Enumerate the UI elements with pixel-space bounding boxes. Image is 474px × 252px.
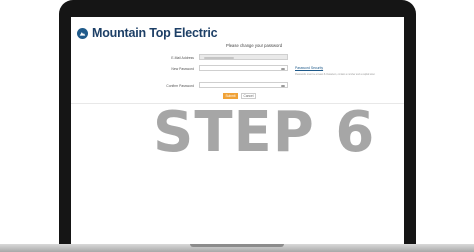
confirm-password-label: Confirm Password: [166, 84, 194, 88]
laptop-screen: Mountain Top Electric Please change your…: [71, 17, 404, 247]
password-hint: Passwords must be at least 8 characters,…: [295, 74, 376, 76]
laptop-base-notch: [190, 244, 284, 247]
password-security-link[interactable]: Password Security: [295, 66, 323, 70]
show-password-icon[interactable]: [281, 67, 285, 70]
new-password-label: New Password: [171, 67, 194, 71]
cancel-button[interactable]: Cancel: [241, 93, 256, 99]
form-heading: Please change your password: [226, 43, 283, 48]
new-password-field[interactable]: [199, 65, 288, 71]
step-overlay: STEP 6: [153, 100, 376, 165]
email-field[interactable]: [199, 54, 288, 60]
brand-name: Mountain Top Electric: [92, 26, 218, 40]
show-confirm-password-icon[interactable]: [281, 84, 285, 87]
submit-button[interactable]: Submit: [223, 93, 238, 99]
mountain-logo-icon: [77, 27, 88, 39]
brand-header: Mountain Top Electric: [77, 26, 218, 40]
confirm-password-field[interactable]: [199, 82, 288, 88]
email-value-masked: [204, 56, 234, 59]
email-label: E-Mail Address: [171, 56, 194, 60]
